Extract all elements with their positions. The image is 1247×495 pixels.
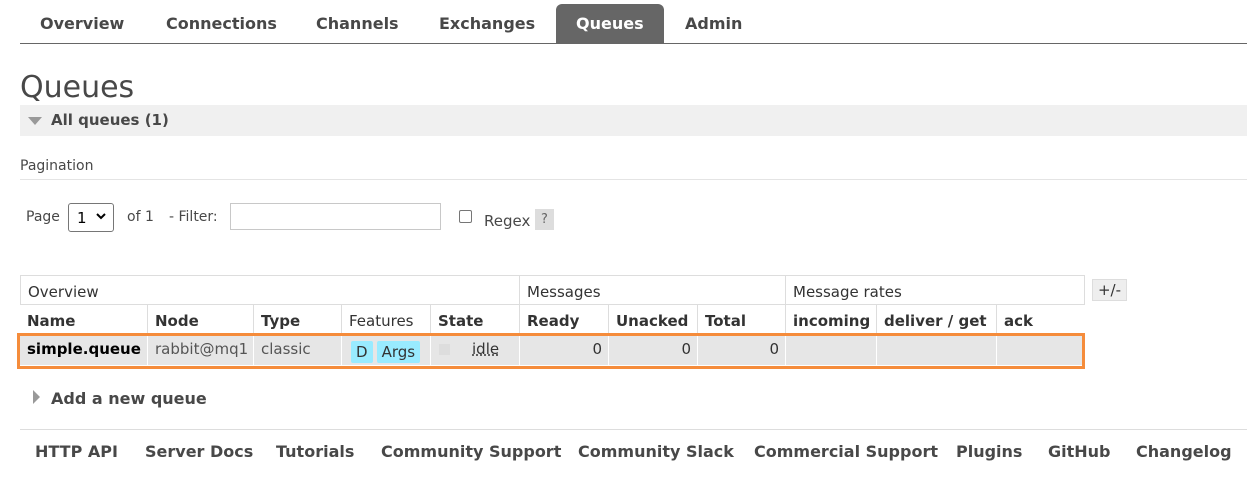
column-header-ack[interactable]: ack (996, 305, 1085, 335)
pagination-heading: Pagination (20, 158, 94, 174)
regex-label: Regex (484, 212, 531, 230)
expand-triangle-icon (33, 390, 40, 404)
page-title: Queues (20, 70, 135, 105)
footer-link-plugins[interactable]: Plugins (956, 442, 1022, 461)
footer-link-server-docs[interactable]: Server Docs (145, 442, 253, 461)
column-header-state[interactable]: State (430, 305, 520, 335)
column-header-incoming[interactable]: incoming (785, 305, 877, 335)
column-header-features: Features (341, 305, 430, 335)
main-nav: Overview Connections Channels Exchanges … (20, 0, 1247, 44)
group-header-message-rates: Message rates (785, 275, 1085, 305)
column-header-name[interactable]: Name (20, 305, 148, 335)
footer-link-community-slack[interactable]: Community Slack (578, 442, 734, 461)
footer-link-changelog[interactable]: Changelog (1136, 442, 1232, 461)
collapse-triangle-icon (28, 117, 42, 125)
footer-link-github[interactable]: GitHub (1048, 442, 1111, 461)
column-header-type[interactable]: Type (253, 305, 342, 335)
divider (20, 179, 1247, 180)
tab-overview[interactable]: Overview (20, 4, 144, 43)
page-select-value: 1 (77, 209, 87, 227)
tab-queues[interactable]: Queues (556, 4, 664, 43)
tab-exchanges[interactable]: Exchanges (419, 4, 555, 43)
filter-label: - Filter: (169, 209, 218, 225)
footer-link-tutorials[interactable]: Tutorials (276, 442, 354, 461)
add-queue-label: Add a new queue (51, 389, 207, 408)
tab-channels[interactable]: Channels (296, 4, 419, 43)
column-header-unacked[interactable]: Unacked (608, 305, 698, 335)
footer: HTTP API Server Docs Tutorials Community… (20, 429, 1247, 495)
group-header-messages: Messages (519, 275, 786, 305)
column-toggle-button[interactable]: +/- (1092, 279, 1127, 301)
page-select[interactable]: 1 (68, 203, 114, 232)
chevron-down-icon (96, 213, 106, 220)
all-queues-section-toggle[interactable]: All queues (1) (20, 105, 1247, 136)
page-label: Page (26, 209, 60, 225)
column-header-node[interactable]: Node (147, 305, 254, 335)
regex-help-button[interactable]: ? (535, 209, 554, 230)
column-header-ready[interactable]: Ready (519, 305, 609, 335)
group-header-overview: Overview (20, 275, 520, 305)
footer-link-http-api[interactable]: HTTP API (35, 442, 118, 461)
column-header-total[interactable]: Total (697, 305, 786, 335)
page-count-label: of 1 (127, 209, 154, 225)
column-header-deliver-get[interactable]: deliver / get (876, 305, 997, 335)
footer-link-community-support[interactable]: Community Support (381, 442, 561, 461)
tab-admin[interactable]: Admin (665, 4, 762, 43)
section-title: All queues (1) (51, 111, 169, 129)
row-highlight-box (17, 333, 1085, 369)
filter-input[interactable] (230, 203, 441, 230)
regex-checkbox[interactable] (459, 210, 472, 223)
footer-link-commercial-support[interactable]: Commercial Support (754, 442, 938, 461)
tab-connections[interactable]: Connections (146, 4, 297, 43)
